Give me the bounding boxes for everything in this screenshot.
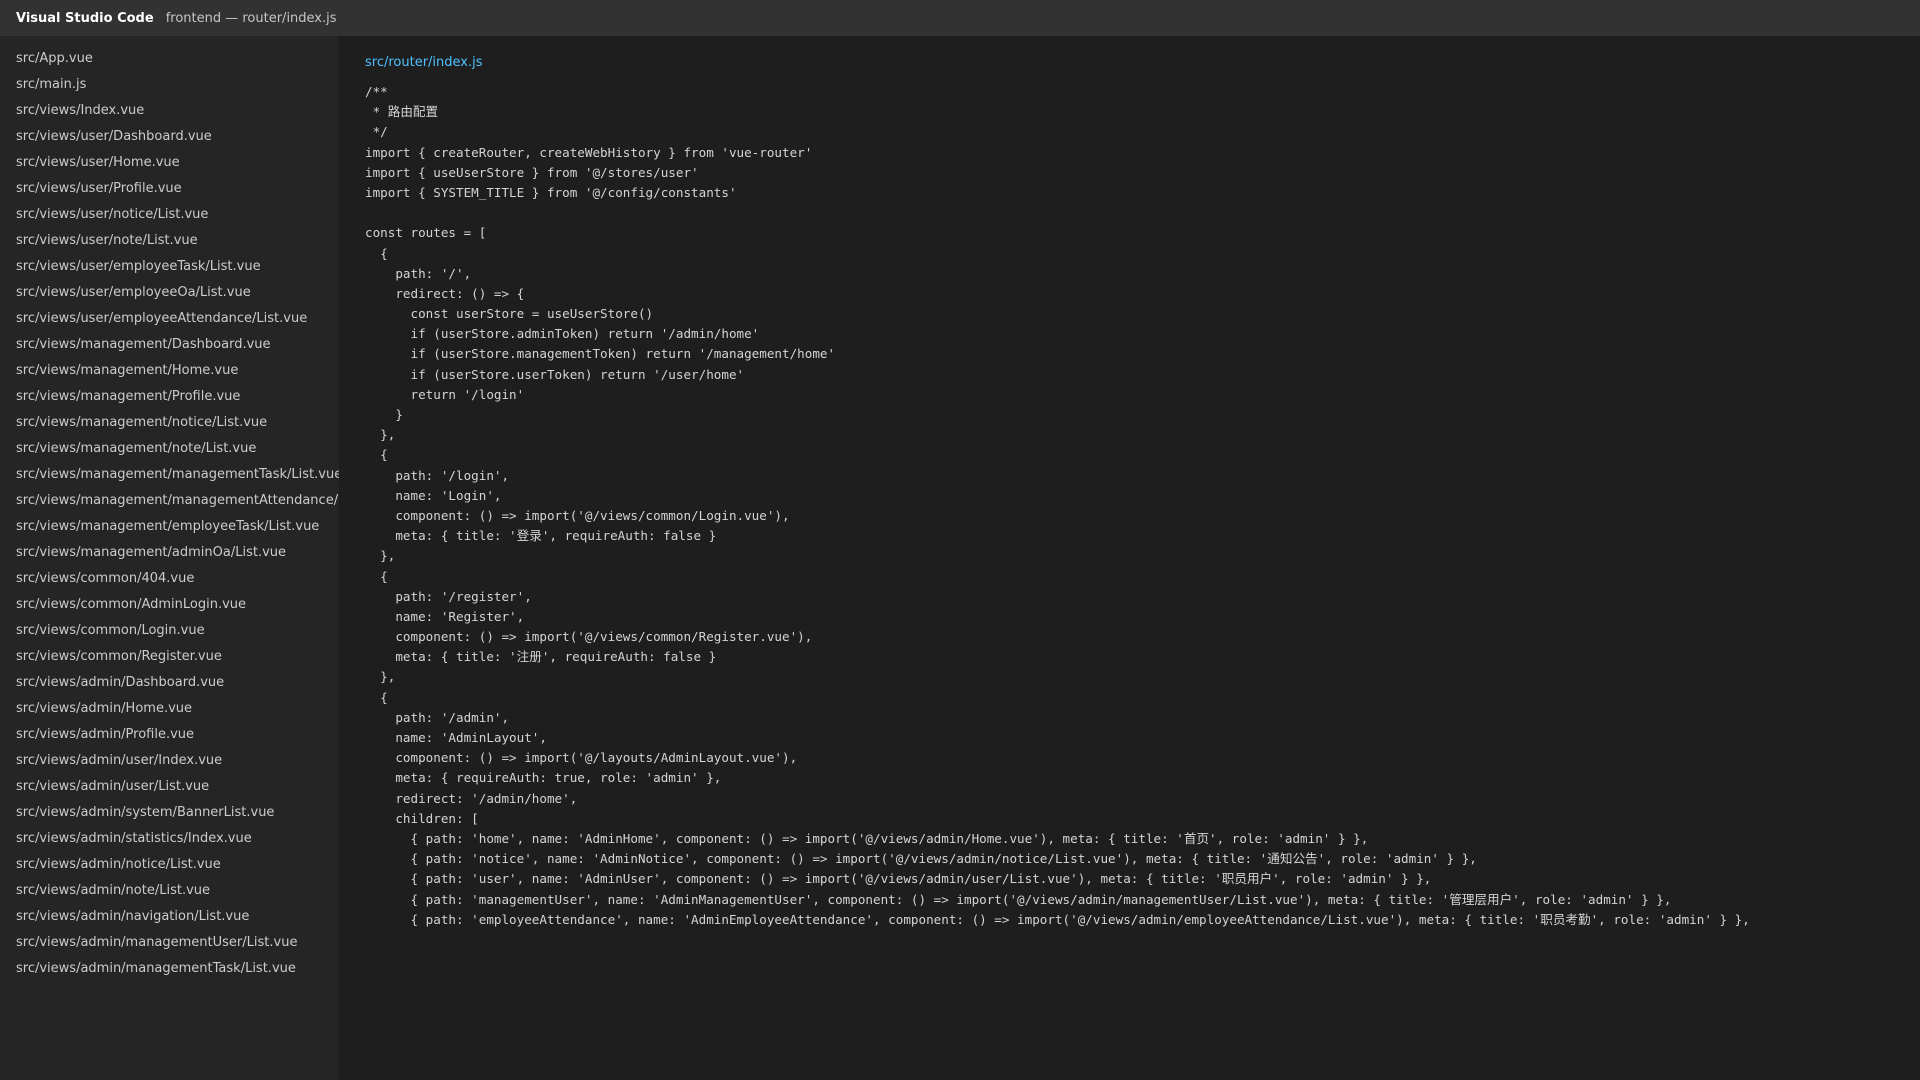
file-item[interactable]: src/views/admin/user/Index.vue [0,748,339,774]
code-line: { path: 'notice', name: 'AdminNotice', c… [365,851,1477,867]
code-line: redirect: () => { [365,285,525,301]
file-item[interactable]: src/views/admin/statistics/Index.vue [0,826,339,852]
file-item[interactable]: src/views/management/adminOa/List.vue [0,540,339,566]
file-item[interactable]: src/views/user/employeeOa/List.vue [0,280,339,306]
code-line: }, [365,669,396,685]
file-item[interactable]: src/views/admin/Profile.vue [0,722,339,748]
code-line: path: '/', [365,265,472,281]
file-item[interactable]: src/views/user/Dashboard.vue [0,124,339,150]
code-line: component: () => import('@/layouts/Admin… [365,750,798,766]
code-line: } [365,407,403,422]
file-item[interactable]: src/views/admin/managementTask/List.vue [0,956,339,982]
code-line: meta: { title: '登录', requireAuth: false … [365,528,717,544]
code-line: name: 'AdminLayout', [365,730,547,745]
code-line: component: () => import('@/views/common/… [365,507,790,523]
code-line: { [365,245,388,261]
file-item[interactable]: src/views/common/Register.vue [0,644,339,670]
code-line: { path: 'user', name: 'AdminUser', compo… [365,871,1432,887]
code-line: children: [ [365,810,479,826]
file-item[interactable]: src/views/admin/Dashboard.vue [0,670,339,696]
file-item[interactable]: src/views/management/Home.vue [0,358,339,384]
code-line: { path: 'managementUser', name: 'AdminMa… [365,891,1672,907]
code-line: }, [365,427,396,443]
file-item[interactable]: src/views/admin/notice/List.vue [0,852,339,878]
window-title: frontend — router/index.js [165,10,337,26]
code-line: if (userStore.managementToken) return '/… [365,346,836,362]
file-item[interactable]: src/views/management/notice/List.vue [0,410,339,436]
code-line: { [365,689,388,705]
file-item[interactable]: src/views/admin/Home.vue [0,696,339,722]
file-item[interactable]: src/views/admin/system/BannerList.vue [0,800,339,826]
file-item[interactable]: src/views/user/note/List.vue [0,228,339,254]
code-line: path: '/admin', [365,709,510,725]
file-item[interactable]: src/views/common/404.vue [0,566,339,592]
code-line: { path: 'employeeAttendance', name: 'Adm… [365,911,1750,927]
file-item[interactable]: src/views/user/employeeTask/List.vue [0,254,339,280]
code-line: redirect: '/admin/home', [365,790,578,806]
editor-file-path: src/router/index.js [365,55,483,70]
title-bar: Visual Studio Code frontend — router/ind… [0,0,1920,36]
code-line: component: () => import('@/views/common/… [365,629,813,645]
file-item[interactable]: src/views/user/notice/List.vue [0,202,339,228]
file-item[interactable]: src/views/user/Profile.vue [0,176,339,202]
file-item[interactable]: src/views/admin/navigation/List.vue [0,904,339,930]
code-line: if (userStore.adminToken) return '/admin… [365,326,760,342]
code-line: { path: 'home', name: 'AdminHome', compo… [365,830,1369,846]
code-line: { [365,568,388,584]
file-item[interactable]: src/views/management/employeeTask/List.v… [0,514,339,540]
code-line: }, [365,548,396,564]
file-item[interactable]: src/views/admin/note/List.vue [0,878,339,904]
file-item[interactable]: src/App.vue [0,46,339,72]
code-line: * 路由配置 [365,104,439,120]
code-line: name: 'Login', [365,487,502,503]
code-line: import { useUserStore } from '@/stores/u… [365,164,699,180]
code-line: path: '/register', [365,588,532,604]
file-item[interactable]: src/views/user/Home.vue [0,150,339,176]
app-name: Visual Studio Code [16,10,154,26]
code-line: const userStore = useUserStore() [365,306,654,322]
file-explorer: src/App.vue src/main.js src/views/Index.vu… [0,36,340,1080]
file-item[interactable]: src/views/user/employeeAttendance/List.v… [0,306,339,332]
file-item[interactable]: src/views/common/AdminLogin.vue [0,592,339,618]
file-item[interactable]: src/views/management/note/List.vue [0,436,339,462]
code-line: const routes = [ [365,225,487,241]
file-item[interactable]: src/views/admin/user/List.vue [0,774,339,800]
code-line: /** [365,84,388,99]
file-item[interactable]: src/views/management/Dashboard.vue [0,332,339,358]
file-item[interactable]: src/views/management/Profile.vue [0,384,339,410]
file-item[interactable]: src/main.js [0,72,339,98]
code-line: return '/login' [365,386,525,402]
code-line: meta: { title: '注册', requireAuth: false … [365,649,717,665]
code-line: import { createRouter, createWebHistory … [365,144,813,160]
code-line: name: 'Register', [365,608,525,624]
file-item[interactable]: src/views/common/Login.vue [0,618,339,644]
code-content[interactable]: /** * 路由配置 */ import { createRouter, crea… [365,82,1920,930]
file-item[interactable]: src/views/management/managementTask/List… [0,462,339,488]
code-line: { [365,447,388,463]
file-item[interactable]: src/views/Index.vue [0,98,339,124]
code-line: */ [365,124,388,140]
file-item[interactable]: src/views/admin/managementUser/List.vue [0,930,339,956]
code-line: if (userStore.userToken) return '/user/h… [365,366,745,382]
code-line: path: '/login', [365,467,510,483]
code-line: import { SYSTEM_TITLE } from '@/config/c… [365,184,737,200]
code-editor[interactable]: src/router/index.js /** * 路由配置 */ import … [341,36,1920,1080]
code-line: meta: { requireAuth: true, role: 'admin'… [365,770,722,786]
file-item[interactable]: src/views/management/managementAttendanc… [0,488,339,514]
